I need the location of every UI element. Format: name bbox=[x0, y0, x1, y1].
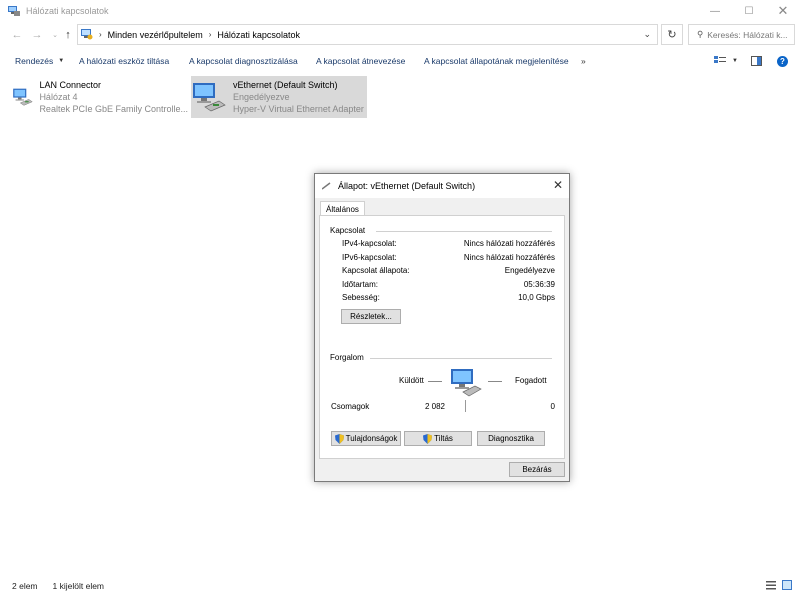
search-input[interactable]: ⚲ Keresés: Hálózati k... bbox=[688, 24, 795, 45]
breadcrumb-network-connections[interactable]: Hálózati kapcsolatok bbox=[217, 30, 300, 40]
control-panel-icon bbox=[81, 29, 93, 40]
navigation-bar: ← → ⌄ ↑ › Minden vezérlőpultelem › Hálóz… bbox=[0, 22, 800, 48]
received-line bbox=[488, 381, 502, 382]
speed-label: Sebesség: bbox=[342, 293, 380, 302]
command-bar: Rendezés ▼ A hálózati eszköz tiltása A k… bbox=[0, 50, 800, 72]
diagnose-button[interactable]: Diagnosztika bbox=[477, 431, 545, 446]
organize-label: Rendezés bbox=[15, 56, 54, 66]
disable-label: Tiltás bbox=[434, 434, 453, 443]
refresh-icon: ↻ bbox=[667, 29, 677, 41]
tab-general[interactable]: Általános bbox=[320, 201, 365, 216]
traffic-group-label: Forgalom bbox=[330, 353, 364, 362]
received-label: Fogadott bbox=[515, 376, 547, 385]
organize-button[interactable]: Rendezés ▼ bbox=[15, 50, 64, 72]
rename-connection-button[interactable]: A kapcsolat átnevezése bbox=[316, 50, 405, 72]
ipv6-label: IPv6-kapcsolat: bbox=[342, 253, 397, 262]
connection-name: vEthernet (Default Switch) bbox=[233, 80, 338, 90]
disable-button[interactable]: Tiltás bbox=[404, 431, 472, 446]
breadcrumb-control-panel[interactable]: Minden vezérlőpultelem bbox=[108, 30, 203, 40]
tiles-view-icon[interactable] bbox=[782, 580, 792, 590]
sent-label: Küldött bbox=[399, 376, 424, 385]
packets-label: Csomagok bbox=[331, 402, 370, 411]
address-dropdown-icon[interactable]: ⌄ bbox=[643, 29, 651, 40]
connection-item-vethernet[interactable]: vEthernet (Default Switch) Engedélyezve … bbox=[191, 76, 367, 118]
search-icon: ⚲ bbox=[697, 29, 704, 39]
status-bar: 2 elem 1 kijelölt elem bbox=[0, 578, 800, 594]
maximize-icon[interactable]: ☐ bbox=[732, 0, 766, 22]
dialog-title-bar: Állapot: vEthernet (Default Switch) ✕ bbox=[315, 174, 569, 198]
details-button[interactable]: Részletek... bbox=[341, 309, 401, 324]
uac-shield-icon bbox=[423, 433, 433, 444]
group-divider bbox=[370, 358, 552, 359]
packets-sent-value: 2 082 bbox=[424, 402, 445, 411]
properties-button[interactable]: Tulajdonságok bbox=[331, 431, 401, 446]
address-bar[interactable]: › Minden vezérlőpultelem › Hálózati kapc… bbox=[77, 24, 658, 45]
refresh-button[interactable]: ↻ bbox=[661, 24, 683, 45]
network-adapter-icon bbox=[13, 88, 33, 106]
duration-value: 05:36:39 bbox=[523, 280, 555, 289]
change-view-icon[interactable]: ▼ bbox=[714, 50, 738, 72]
general-tab-pane: Kapcsolat IPv4-kapcsolat: Nincs hálózati… bbox=[319, 215, 565, 459]
media-state-label: Kapcsolat állapota: bbox=[342, 266, 410, 275]
window-title: Hálózati kapcsolatok bbox=[26, 6, 109, 16]
back-arrow-icon[interactable]: ← bbox=[9, 27, 25, 43]
network-adapter-icon bbox=[193, 83, 226, 112]
ipv4-value: Nincs hálózati hozzáférés bbox=[463, 239, 555, 248]
ipv6-value: Nincs hálózati hozzáférés bbox=[463, 253, 555, 262]
search-placeholder: Keresés: Hálózati k... bbox=[707, 29, 788, 40]
connection-network: Engedélyezve bbox=[233, 92, 290, 102]
duration-label: Időtartam: bbox=[342, 280, 379, 289]
properties-label: Tulajdonságok bbox=[345, 434, 398, 443]
preview-pane-icon[interactable] bbox=[751, 50, 762, 72]
breadcrumb-separator-icon[interactable]: › bbox=[209, 30, 212, 39]
sent-line bbox=[428, 381, 442, 382]
packets-received-value: 0 bbox=[550, 402, 555, 411]
ipv4-label: IPv4-kapcsolat: bbox=[342, 239, 397, 248]
network-connections-icon bbox=[8, 6, 20, 16]
item-count: 2 elem bbox=[12, 581, 38, 591]
breadcrumb-separator-icon[interactable]: › bbox=[99, 30, 102, 39]
media-state-value: Engedélyezve bbox=[504, 266, 555, 275]
details-view-icon[interactable] bbox=[766, 581, 776, 590]
dialog-title: Állapot: vEthernet (Default Switch) bbox=[338, 181, 476, 191]
status-dialog: Állapot: vEthernet (Default Switch) ✕ Ál… bbox=[314, 173, 570, 482]
connection-item-lan[interactable]: LAN Connector Hálózat 4 Realtek PCIe GbE… bbox=[12, 76, 188, 118]
close-button[interactable]: Bezárás bbox=[509, 462, 565, 477]
dropdown-arrow-icon: ▼ bbox=[58, 58, 65, 64]
help-icon[interactable]: ? bbox=[777, 50, 788, 72]
more-commands-button[interactable]: » bbox=[581, 50, 586, 72]
connection-adapter: Realtek PCIe GbE Family Controlle... bbox=[39, 104, 188, 114]
packets-divider bbox=[465, 400, 466, 412]
selected-count: 1 kijelölt elem bbox=[52, 581, 105, 591]
close-icon[interactable]: ✕ bbox=[766, 0, 800, 22]
connection-network: Hálózat 4 bbox=[39, 92, 78, 102]
connection-group-label: Kapcsolat bbox=[330, 226, 366, 235]
speed-value: 10,0 Gbps bbox=[518, 293, 555, 302]
diagnose-connection-button[interactable]: A kapcsolat diagnosztizálása bbox=[189, 50, 298, 72]
network-activity-icon bbox=[451, 369, 482, 397]
up-arrow-icon[interactable]: ↑ bbox=[60, 27, 76, 43]
forward-arrow-icon[interactable]: → bbox=[29, 27, 45, 43]
minimize-icon[interactable]: — bbox=[698, 0, 732, 22]
title-bar: Hálózati kapcsolatok — ☐ ✕ bbox=[0, 0, 800, 22]
disable-device-button[interactable]: A hálózati eszköz tiltása bbox=[79, 50, 169, 72]
view-status-button[interactable]: A kapcsolat állapotának megjelenítése bbox=[424, 50, 569, 72]
group-divider bbox=[376, 231, 552, 232]
connection-name: LAN Connector bbox=[39, 80, 101, 90]
close-icon[interactable]: ✕ bbox=[553, 178, 563, 192]
connection-adapter: Hyper-V Virtual Ethernet Adapter bbox=[233, 104, 364, 114]
cable-icon bbox=[322, 182, 331, 190]
uac-shield-icon bbox=[334, 433, 344, 444]
